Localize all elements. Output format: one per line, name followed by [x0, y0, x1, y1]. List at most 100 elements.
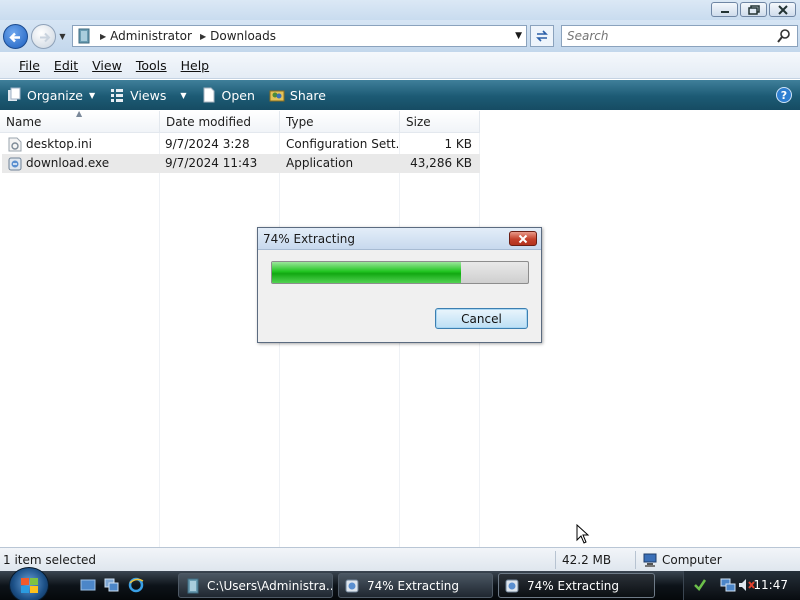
back-arrow-icon	[9, 32, 20, 43]
start-button[interactable]	[9, 567, 49, 600]
column-header-size[interactable]: Size	[400, 111, 480, 133]
column-header-name[interactable]: ▲ Name	[0, 109, 160, 133]
menu-help-label: Help	[180, 57, 210, 73]
file-row-download-exe[interactable]: download.exe 9/7/2024 11:43 Application …	[2, 154, 480, 173]
open-file-icon	[203, 87, 214, 103]
internet-explorer-icon[interactable]	[128, 577, 144, 593]
column-divider	[159, 133, 160, 547]
extract-progress-bar	[271, 261, 529, 284]
breadcrumb-separator-icon: ▶	[100, 31, 107, 41]
file-type: Application	[286, 156, 354, 170]
refresh-icon	[536, 30, 548, 42]
menu-view[interactable]: View	[85, 58, 129, 73]
command-bar: Organize ▼ Views ▼ Open Share ?	[0, 80, 800, 110]
help-button[interactable]: ?	[776, 87, 792, 103]
status-selection: 1 item selected	[3, 553, 97, 567]
taskbar-item-extracting-2[interactable]: 74% Extracting	[498, 573, 655, 598]
organize-label: Organize	[27, 87, 83, 103]
organize-button[interactable]: Organize ▼	[6, 87, 95, 103]
taskbar-item-label: C:\Users\Administra...	[207, 578, 333, 593]
forward-arrow-icon	[40, 32, 51, 43]
back-button[interactable]	[3, 24, 28, 49]
clock[interactable]: 11:47	[753, 578, 788, 592]
status-divider	[555, 551, 556, 569]
chevron-down-icon: ▼	[89, 90, 96, 100]
open-button[interactable]: Open	[201, 87, 255, 103]
file-type: Configuration Sett...	[286, 137, 398, 151]
close-icon	[518, 234, 528, 243]
column-header-type[interactable]: Type	[280, 111, 400, 133]
file-row-desktop-ini[interactable]: desktop.ini 9/7/2024 3:28 Configuration …	[2, 135, 480, 154]
file-size: 1 KB	[444, 137, 472, 151]
sort-ascending-icon: ▲	[76, 109, 83, 118]
views-button[interactable]: Views ▼	[109, 87, 187, 103]
organize-icon	[8, 87, 21, 101]
extract-progress-dialog: 74% Extracting Cancel	[257, 227, 542, 343]
status-location: Computer	[642, 552, 722, 568]
taskbar-item-extracting-1[interactable]: 74% Extracting	[338, 573, 493, 598]
status-divider	[635, 551, 636, 569]
chevron-down-icon: ▼	[180, 90, 187, 100]
search-icon[interactable]	[776, 28, 792, 44]
share-icon	[269, 90, 285, 102]
refresh-button[interactable]	[530, 25, 554, 47]
progress-fill	[272, 262, 462, 283]
file-size: 43,286 KB	[410, 156, 472, 170]
status-bar: 1 item selected 42.2 MB Computer	[0, 547, 800, 571]
dialog-title: 74% Extracting	[263, 232, 356, 246]
taskbar: C:\Users\Administra... 74% Extracting 74…	[0, 567, 800, 600]
cancel-button[interactable]: Cancel	[435, 308, 528, 329]
search-input[interactable]	[567, 29, 767, 43]
close-button[interactable]	[769, 2, 796, 17]
window-controls	[711, 2, 796, 17]
menu-tools[interactable]: Tools	[129, 58, 174, 73]
restore-icon	[747, 4, 760, 15]
navigation-bar: ▼ ▶ Administrator ▶ Downloads ▼	[0, 20, 800, 52]
file-date: 9/7/2024 11:43	[165, 156, 258, 170]
column-header-date[interactable]: Date modified	[160, 111, 280, 133]
network-icon[interactable]	[720, 577, 736, 593]
maximize-button[interactable]	[740, 2, 767, 17]
windows-logo-icon	[21, 578, 38, 593]
menu-file[interactable]: File	[12, 58, 47, 73]
close-icon	[777, 4, 788, 15]
search-box[interactable]	[561, 25, 798, 47]
menu-edit-label: Edit	[53, 57, 79, 73]
dialog-titlebar[interactable]: 74% Extracting	[258, 228, 541, 250]
column-type-label: Type	[286, 114, 314, 129]
column-size-label: Size	[406, 114, 431, 129]
share-label: Share	[289, 87, 326, 103]
menu-help[interactable]: Help	[174, 58, 217, 73]
application-icon	[345, 579, 359, 592]
open-label: Open	[221, 87, 255, 103]
share-button[interactable]: Share	[269, 87, 326, 103]
minimize-icon	[720, 10, 729, 13]
taskbar-item-label: 74% Extracting	[367, 578, 460, 593]
breadcrumb-separator-icon: ▶	[199, 31, 207, 41]
address-dropdown-icon[interactable]: ▼	[515, 31, 522, 41]
mouse-cursor-icon	[576, 524, 590, 544]
recent-pages-dropdown[interactable]: ▼	[58, 32, 67, 41]
column-date-label: Date modified	[166, 114, 252, 129]
breadcrumb-downloads[interactable]: Downloads	[210, 29, 276, 43]
taskbar-item-explorer[interactable]: C:\Users\Administra...	[178, 573, 333, 598]
computer-icon	[643, 553, 657, 567]
file-name: download.exe	[26, 156, 110, 170]
file-name: desktop.ini	[26, 137, 92, 151]
system-tray: 11:47	[683, 571, 800, 600]
views-label: Views	[130, 87, 167, 103]
menu-edit[interactable]: Edit	[47, 58, 85, 73]
column-name-label: Name	[6, 114, 42, 129]
security-check-icon[interactable]	[692, 577, 708, 593]
breadcrumb-administrator[interactable]: Administrator	[110, 29, 192, 43]
application-icon	[505, 579, 519, 592]
dialog-close-button[interactable]	[509, 231, 537, 246]
menu-view-label: View	[92, 57, 122, 73]
minimize-button[interactable]	[711, 2, 738, 17]
forward-button[interactable]	[31, 24, 56, 49]
switch-windows-icon[interactable]	[104, 577, 120, 593]
taskbar-item-label: 74% Extracting	[527, 578, 620, 593]
address-bar[interactable]: ▶ Administrator ▶ Downloads ▼	[72, 25, 527, 47]
show-desktop-icon[interactable]	[80, 577, 96, 593]
settings-file-icon	[8, 137, 22, 152]
